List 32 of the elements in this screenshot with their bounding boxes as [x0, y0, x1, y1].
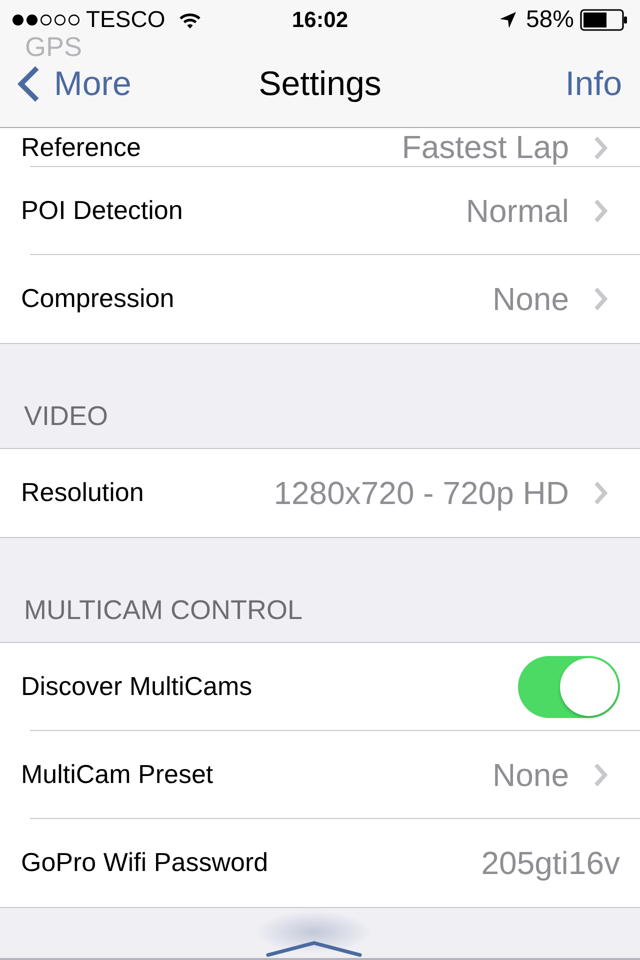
- row-value: None: [492, 280, 569, 318]
- chevron-right-icon: [593, 198, 608, 224]
- row-value: Fastest Lap: [402, 128, 569, 167]
- battery-percent: 58%: [526, 6, 574, 34]
- row-label: Compression: [21, 283, 176, 315]
- battery-icon: [580, 8, 628, 31]
- clock-time: 16:02: [292, 6, 348, 34]
- section-header: GPS: [25, 34, 82, 60]
- row-value: 1280x720 - 720p HD: [274, 474, 569, 512]
- row-label: Discover MultiCams: [21, 671, 254, 703]
- row-value: None: [492, 756, 569, 794]
- chevron-right-icon: [593, 134, 608, 160]
- row-label: POI Detection: [21, 195, 184, 227]
- row-label: MultiCam Preset: [21, 759, 214, 791]
- info-button[interactable]: Info: [565, 64, 622, 104]
- nav-title: Settings: [258, 64, 382, 104]
- row-label: Resolution: [21, 477, 145, 509]
- back-button[interactable]: More: [16, 64, 132, 104]
- row-label: GoPro Wifi Password: [21, 847, 270, 879]
- signal-dots-icon: [12, 14, 80, 26]
- wifi-icon: [179, 12, 202, 28]
- location-arrow-icon: [500, 12, 516, 28]
- row-label: Reference: [21, 132, 142, 164]
- chevron-left-icon: [16, 64, 40, 103]
- section-header: VIDEO: [24, 403, 108, 430]
- row-value: 205gti16v: [481, 844, 620, 882]
- section-header: MULTICAM CONTROL: [24, 597, 303, 624]
- chevron-right-icon: [593, 480, 608, 506]
- chevron-right-icon: [593, 762, 608, 788]
- carrier-name: TESCO: [86, 6, 166, 34]
- row-value: Normal: [466, 192, 569, 230]
- chevron-right-icon: [593, 286, 608, 312]
